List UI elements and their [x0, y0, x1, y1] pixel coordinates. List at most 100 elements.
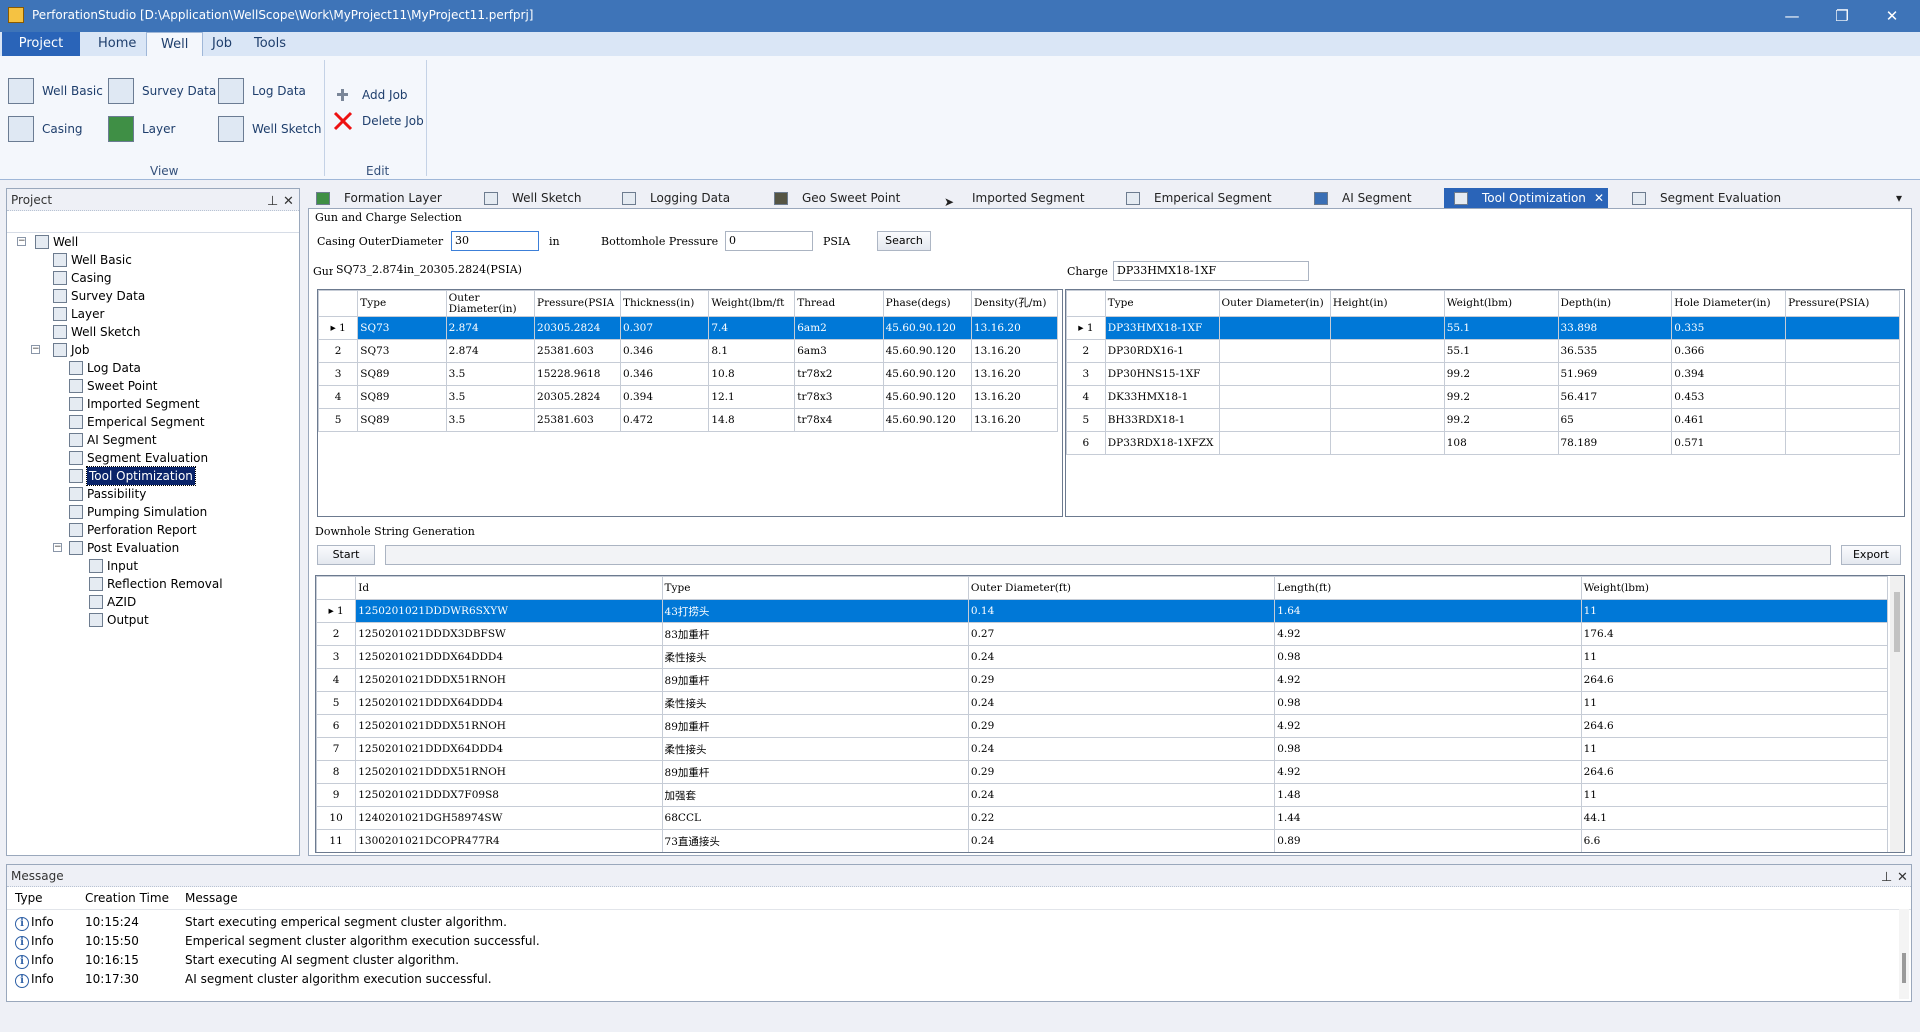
table-cell[interactable]: 4.92: [1274, 760, 1582, 784]
column-header[interactable]: Type: [1104, 290, 1220, 317]
table-cell[interactable]: 25381.603: [534, 339, 621, 363]
table-cell[interactable]: [1218, 431, 1331, 455]
layer-button[interactable]: Layer: [108, 114, 175, 144]
row-number[interactable]: 7: [316, 737, 357, 761]
table-cell[interactable]: [1329, 362, 1445, 386]
row-number[interactable]: 3: [1066, 362, 1106, 386]
close-tab-icon[interactable]: ✕: [1594, 188, 1604, 208]
tree-item-well-basic[interactable]: Well Basic: [53, 251, 132, 269]
table-cell[interactable]: 36.535: [1557, 339, 1673, 363]
tree-item-survey-data[interactable]: Survey Data: [53, 287, 145, 305]
minimize-button[interactable]: —: [1770, 4, 1814, 28]
start-button[interactable]: Start: [317, 545, 375, 565]
well-sketch-button[interactable]: Well Sketch: [218, 114, 321, 144]
table-cell[interactable]: DP30RDX16-1: [1104, 339, 1220, 363]
table-cell[interactable]: 15228.9618: [534, 362, 621, 386]
table-cell[interactable]: [1785, 362, 1900, 386]
table-cell[interactable]: 1.44: [1274, 806, 1582, 830]
table-cell[interactable]: 0.98: [1274, 737, 1582, 761]
table-cell[interactable]: [1785, 431, 1900, 455]
table-cell[interactable]: 89加重杆: [661, 714, 969, 738]
table-cell[interactable]: 99.2: [1443, 408, 1559, 432]
table-row[interactable]: 5 SQ89 3.5 25381.603 0.472 14.8 tr78x4 45.60.90…: [318, 408, 1058, 432]
tree-item-input[interactable]: Input: [89, 557, 138, 575]
table-cell[interactable]: 6am3: [794, 339, 884, 363]
tree-item-segment-evaluation[interactable]: Segment Evaluation: [69, 449, 208, 467]
table-cell[interactable]: 83加重杆: [661, 622, 969, 646]
table-cell[interactable]: [1218, 362, 1331, 386]
table-cell[interactable]: 78.189: [1557, 431, 1673, 455]
table-row[interactable]: 5 1250201021DDDX64DDD4 柔性接头 0.24 0.98 11: [316, 691, 1889, 715]
message-scrollbar[interactable]: [1899, 909, 1909, 999]
bhp-input[interactable]: 0: [725, 231, 813, 251]
export-button[interactable]: Export: [1841, 545, 1901, 565]
row-number[interactable]: 3: [316, 645, 357, 669]
log-data-button[interactable]: Log Data: [218, 76, 306, 106]
tree-item-output[interactable]: Output: [89, 611, 149, 629]
column-header[interactable]: Type: [661, 576, 969, 600]
tree-item-log-data[interactable]: Log Data: [69, 359, 141, 377]
table-cell[interactable]: 13.16.20: [971, 316, 1058, 340]
table-cell[interactable]: 0.98: [1274, 645, 1582, 669]
table-cell[interactable]: 0.335: [1671, 316, 1787, 340]
table-cell[interactable]: [1218, 339, 1331, 363]
table-cell[interactable]: 1300201021DCOPR477R4: [355, 829, 663, 852]
row-number[interactable]: ▸ 1: [1066, 316, 1106, 340]
row-number[interactable]: 4: [1066, 385, 1106, 409]
maximize-button[interactable]: ❐: [1820, 4, 1864, 28]
row-number[interactable]: 9: [316, 783, 357, 807]
table-cell[interactable]: 45.60.90.120: [882, 316, 973, 340]
table-cell[interactable]: DP33HMX18-1XF: [1104, 316, 1220, 340]
table-cell[interactable]: 264.6: [1580, 760, 1889, 784]
tree-item-imported-segment[interactable]: Imported Segment: [69, 395, 200, 413]
table-cell[interactable]: [1785, 408, 1900, 432]
table-cell[interactable]: 7.4: [708, 316, 796, 340]
scrollbar-thumb[interactable]: [1902, 953, 1906, 983]
table-cell[interactable]: [1785, 339, 1900, 363]
table-row[interactable]: 4 DK33HMX18-1 99.2 56.417 0.453: [1066, 385, 1900, 409]
tree-item-emperical-segment[interactable]: Emperical Segment: [69, 413, 205, 431]
casing-od-input[interactable]: 30: [451, 231, 539, 251]
table-cell[interactable]: 45.60.90.120: [882, 385, 973, 409]
tree-item-tool-optimization[interactable]: Tool Optimization: [69, 466, 196, 486]
doctab-formation-layer[interactable]: Formation Layer: [316, 188, 442, 208]
table-cell[interactable]: DP33RDX18-1XFZX: [1104, 431, 1220, 455]
table-cell[interactable]: tr78x4: [794, 408, 884, 432]
table-cell[interactable]: [1329, 385, 1445, 409]
table-cell[interactable]: [1785, 316, 1900, 340]
table-cell[interactable]: [1329, 316, 1445, 340]
column-header[interactable]: Outer Diameter(in): [445, 290, 536, 317]
table-cell[interactable]: 0.307: [619, 316, 710, 340]
table-cell[interactable]: 68CCL: [661, 806, 969, 830]
table-cell[interactable]: DP30HNS15-1XF: [1104, 362, 1220, 386]
tab-well[interactable]: Well: [146, 32, 204, 56]
table-cell[interactable]: 20305.2824: [534, 385, 621, 409]
table-cell[interactable]: 4.92: [1274, 714, 1582, 738]
column-header[interactable]: Weight(lbm/ft: [708, 290, 796, 317]
table-cell[interactable]: 2.874: [445, 316, 536, 340]
charge-selection-input[interactable]: DP33HMX18-1XF: [1113, 261, 1309, 281]
table-cell[interactable]: 99.2: [1443, 362, 1559, 386]
tree-item-layer[interactable]: Layer: [53, 305, 104, 323]
table-cell[interactable]: 8.1: [708, 339, 796, 363]
table-cell[interactable]: BH33RDX18-1: [1104, 408, 1220, 432]
row-number[interactable]: 3: [318, 362, 359, 386]
tree-expander-icon[interactable]: −: [17, 237, 26, 246]
doctab-well-sketch[interactable]: Well Sketch: [484, 188, 581, 208]
table-row[interactable]: 3 1250201021DDDX64DDD4 柔性接头 0.24 0.98 11: [316, 645, 1889, 669]
table-cell[interactable]: 0.22: [967, 806, 1276, 830]
table-cell[interactable]: 65: [1557, 408, 1673, 432]
table-row[interactable]: ▸ 1 1250201021DDDWR6SXYW 43打捞头 0.14 1.64 11: [316, 599, 1889, 623]
table-row[interactable]: 8 1250201021DDDX51RNOH 89加重杆 0.29 4.92 264.6: [316, 760, 1889, 784]
tab-tools[interactable]: Tools: [240, 32, 300, 56]
table-cell[interactable]: 6am2: [794, 316, 884, 340]
row-number[interactable]: ▸ 1: [318, 316, 359, 340]
doctab-ai-segment[interactable]: AI Segment: [1314, 188, 1412, 208]
gun-selection-input[interactable]: SQ73_2.874in_20305.2824(PSIA): [333, 261, 522, 281]
tree-item-passibility[interactable]: Passibility: [69, 485, 146, 503]
table-cell[interactable]: 0.14: [967, 599, 1276, 623]
table-cell[interactable]: 0.27: [967, 622, 1276, 646]
close-window-button[interactable]: ✕: [1870, 4, 1914, 28]
column-header[interactable]: Pressure(PSIA): [1785, 290, 1900, 317]
table-cell[interactable]: SQ89: [357, 385, 447, 409]
